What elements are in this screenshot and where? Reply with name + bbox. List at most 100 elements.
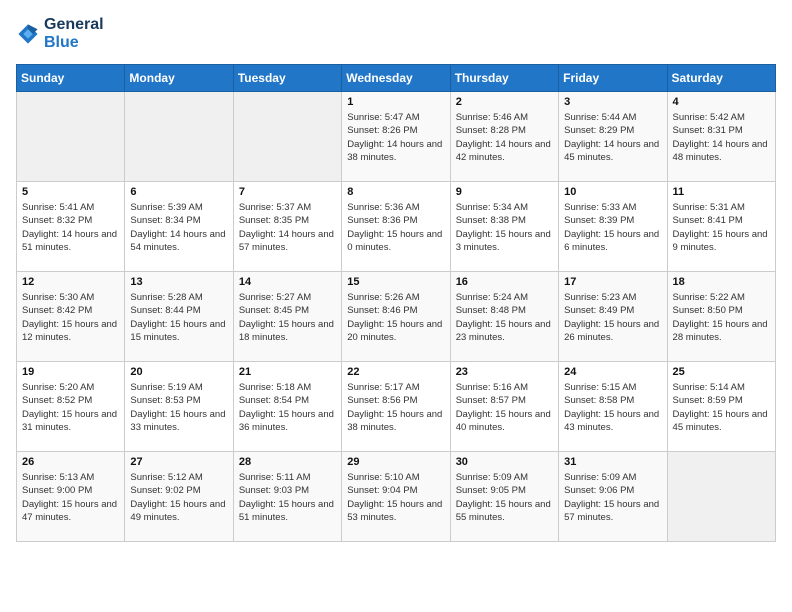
day-info: Sunrise: 5:36 AMSunset: 8:36 PMDaylight:… — [347, 201, 444, 254]
calendar-cell: 6 Sunrise: 5:39 AMSunset: 8:34 PMDaylight… — [125, 182, 233, 272]
day-info: Sunrise: 5:39 AMSunset: 8:34 PMDaylight:… — [130, 201, 227, 254]
calendar-cell: 15 Sunrise: 5:26 AMSunset: 8:46 PMDayligh… — [342, 272, 450, 362]
calendar-cell: 11 Sunrise: 5:31 AMSunset: 8:41 PMDayligh… — [667, 182, 775, 272]
calendar-cell: 14 Sunrise: 5:27 AMSunset: 8:45 PMDayligh… — [233, 272, 341, 362]
day-number: 25 — [673, 366, 770, 378]
day-number: 4 — [673, 96, 770, 108]
logo-icon — [16, 22, 40, 46]
calendar-cell: 17 Sunrise: 5:23 AMSunset: 8:49 PMDayligh… — [559, 272, 667, 362]
day-info: Sunrise: 5:18 AMSunset: 8:54 PMDaylight:… — [239, 381, 336, 434]
day-number: 29 — [347, 456, 444, 468]
calendar-cell: 27 Sunrise: 5:12 AMSunset: 9:02 PMDayligh… — [125, 452, 233, 542]
calendar-cell: 9 Sunrise: 5:34 AMSunset: 8:38 PMDaylight… — [450, 182, 558, 272]
calendar-cell: 12Sunrise: 5:30 AMSunset: 8:42 PMDayligh… — [17, 272, 125, 362]
logo-text: General Blue — [44, 16, 104, 52]
day-info: Sunrise: 5:46 AMSunset: 8:28 PMDaylight:… — [456, 111, 553, 164]
calendar-cell — [667, 452, 775, 542]
page-header: General Blue — [16, 16, 776, 52]
weekday-header-wednesday: Wednesday — [342, 65, 450, 92]
weekday-header-thursday: Thursday — [450, 65, 558, 92]
day-number: 16 — [456, 276, 553, 288]
day-info: Sunrise: 5:23 AMSunset: 8:49 PMDaylight:… — [564, 291, 661, 344]
day-info: Sunrise: 5:34 AMSunset: 8:38 PMDaylight:… — [456, 201, 553, 254]
calendar-cell: 25Sunrise: 5:14 AMSunset: 8:59 PMDayligh… — [667, 362, 775, 452]
day-info: Sunrise: 5:19 AMSunset: 8:53 PMDaylight:… — [130, 381, 227, 434]
calendar-cell: 8 Sunrise: 5:36 AMSunset: 8:36 PMDaylight… — [342, 182, 450, 272]
calendar-cell: 21 Sunrise: 5:18 AMSunset: 8:54 PMDayligh… — [233, 362, 341, 452]
day-number: 9 — [456, 186, 553, 198]
calendar-cell: 23 Sunrise: 5:16 AMSunset: 8:57 PMDayligh… — [450, 362, 558, 452]
day-info: Sunrise: 5:31 AMSunset: 8:41 PMDaylight:… — [673, 201, 770, 254]
calendar-cell: 3 Sunrise: 5:44 AMSunset: 8:29 PMDaylight… — [559, 92, 667, 182]
day-number: 8 — [347, 186, 444, 198]
day-info: Sunrise: 5:28 AMSunset: 8:44 PMDaylight:… — [130, 291, 227, 344]
day-info: Sunrise: 5:22 AMSunset: 8:50 PMDaylight:… — [673, 291, 770, 344]
calendar-cell: 4 Sunrise: 5:42 AMSunset: 8:31 PMDaylight… — [667, 92, 775, 182]
logo: General Blue — [16, 16, 104, 52]
day-number: 10 — [564, 186, 661, 198]
day-number: 31 — [564, 456, 661, 468]
calendar-cell: 31 Sunrise: 5:09 AMSunset: 9:06 PMDayligh… — [559, 452, 667, 542]
day-number: 1 — [347, 96, 444, 108]
day-number: 2 — [456, 96, 553, 108]
calendar-cell: 18 Sunrise: 5:22 AMSunset: 8:50 PMDayligh… — [667, 272, 775, 362]
day-info: Sunrise: 5:27 AMSunset: 8:45 PMDaylight:… — [239, 291, 336, 344]
day-info: Sunrise: 5:47 AMSunset: 8:26 PMDaylight:… — [347, 111, 444, 164]
day-info: Sunrise: 5:09 AMSunset: 9:05 PMDaylight:… — [456, 471, 553, 524]
day-number: 19 — [22, 366, 119, 378]
day-number: 26 — [22, 456, 119, 468]
weekday-header-sunday: Sunday — [17, 65, 125, 92]
day-number: 27 — [130, 456, 227, 468]
weekday-header-monday: Monday — [125, 65, 233, 92]
day-info: Sunrise: 5:44 AMSunset: 8:29 PMDaylight:… — [564, 111, 661, 164]
day-number: 17 — [564, 276, 661, 288]
day-number: 28 — [239, 456, 336, 468]
calendar-cell: 1 Sunrise: 5:47 AMSunset: 8:26 PMDaylight… — [342, 92, 450, 182]
calendar-cell: 2 Sunrise: 5:46 AMSunset: 8:28 PMDaylight… — [450, 92, 558, 182]
day-info: Sunrise: 5:26 AMSunset: 8:46 PMDaylight:… — [347, 291, 444, 344]
day-info: Sunrise: 5:20 AMSunset: 8:52 PMDaylight:… — [22, 381, 119, 434]
day-number: 15 — [347, 276, 444, 288]
day-number: 20 — [130, 366, 227, 378]
calendar-cell — [17, 92, 125, 182]
day-info: Sunrise: 5:15 AMSunset: 8:58 PMDaylight:… — [564, 381, 661, 434]
day-info: Sunrise: 5:10 AMSunset: 9:04 PMDaylight:… — [347, 471, 444, 524]
day-number: 23 — [456, 366, 553, 378]
day-info: Sunrise: 5:33 AMSunset: 8:39 PMDaylight:… — [564, 201, 661, 254]
day-number: 7 — [239, 186, 336, 198]
calendar-cell: 26 Sunrise: 5:13 AMSunset: 9:00 PMDayligh… — [17, 452, 125, 542]
calendar-cell: 19 Sunrise: 5:20 AMSunset: 8:52 PMDayligh… — [17, 362, 125, 452]
day-number: 21 — [239, 366, 336, 378]
calendar-cell: 16 Sunrise: 5:24 AMSunset: 8:48 PMDayligh… — [450, 272, 558, 362]
day-number: 24 — [564, 366, 661, 378]
day-number: 18 — [673, 276, 770, 288]
day-info: Sunrise: 5:24 AMSunset: 8:48 PMDaylight:… — [456, 291, 553, 344]
day-info: Sunrise: 5:17 AMSunset: 8:56 PMDaylight:… — [347, 381, 444, 434]
day-info: Sunrise: 5:16 AMSunset: 8:57 PMDaylight:… — [456, 381, 553, 434]
calendar-cell: 28 Sunrise: 5:11 AMSunset: 9:03 PMDayligh… — [233, 452, 341, 542]
weekday-header-saturday: Saturday — [667, 65, 775, 92]
calendar-cell — [233, 92, 341, 182]
calendar-cell — [125, 92, 233, 182]
day-info: Sunrise: 5:30 AMSunset: 8:42 PMDaylight:… — [22, 291, 119, 344]
day-info: Sunrise: 5:13 AMSunset: 9:00 PMDaylight:… — [22, 471, 119, 524]
day-number: 11 — [673, 186, 770, 198]
day-number: 6 — [130, 186, 227, 198]
day-info: Sunrise: 5:09 AMSunset: 9:06 PMDaylight:… — [564, 471, 661, 524]
day-info: Sunrise: 5:11 AMSunset: 9:03 PMDaylight:… — [239, 471, 336, 524]
calendar-cell: 24 Sunrise: 5:15 AMSunset: 8:58 PMDayligh… — [559, 362, 667, 452]
day-number: 5 — [22, 186, 119, 198]
day-number: 13 — [130, 276, 227, 288]
weekday-header-tuesday: Tuesday — [233, 65, 341, 92]
calendar-cell: 29 Sunrise: 5:10 AMSunset: 9:04 PMDayligh… — [342, 452, 450, 542]
day-info: Sunrise: 5:42 AMSunset: 8:31 PMDaylight:… — [673, 111, 770, 164]
calendar-cell: 10 Sunrise: 5:33 AMSunset: 8:39 PMDayligh… — [559, 182, 667, 272]
day-number: 30 — [456, 456, 553, 468]
day-number: 3 — [564, 96, 661, 108]
day-number: 14 — [239, 276, 336, 288]
weekday-header-friday: Friday — [559, 65, 667, 92]
calendar-table: SundayMondayTuesdayWednesdayThursdayFrid… — [16, 64, 776, 542]
calendar-cell: 13 Sunrise: 5:28 AMSunset: 8:44 PMDayligh… — [125, 272, 233, 362]
day-info: Sunrise: 5:12 AMSunset: 9:02 PMDaylight:… — [130, 471, 227, 524]
calendar-cell: 22Sunrise: 5:17 AMSunset: 8:56 PMDayligh… — [342, 362, 450, 452]
